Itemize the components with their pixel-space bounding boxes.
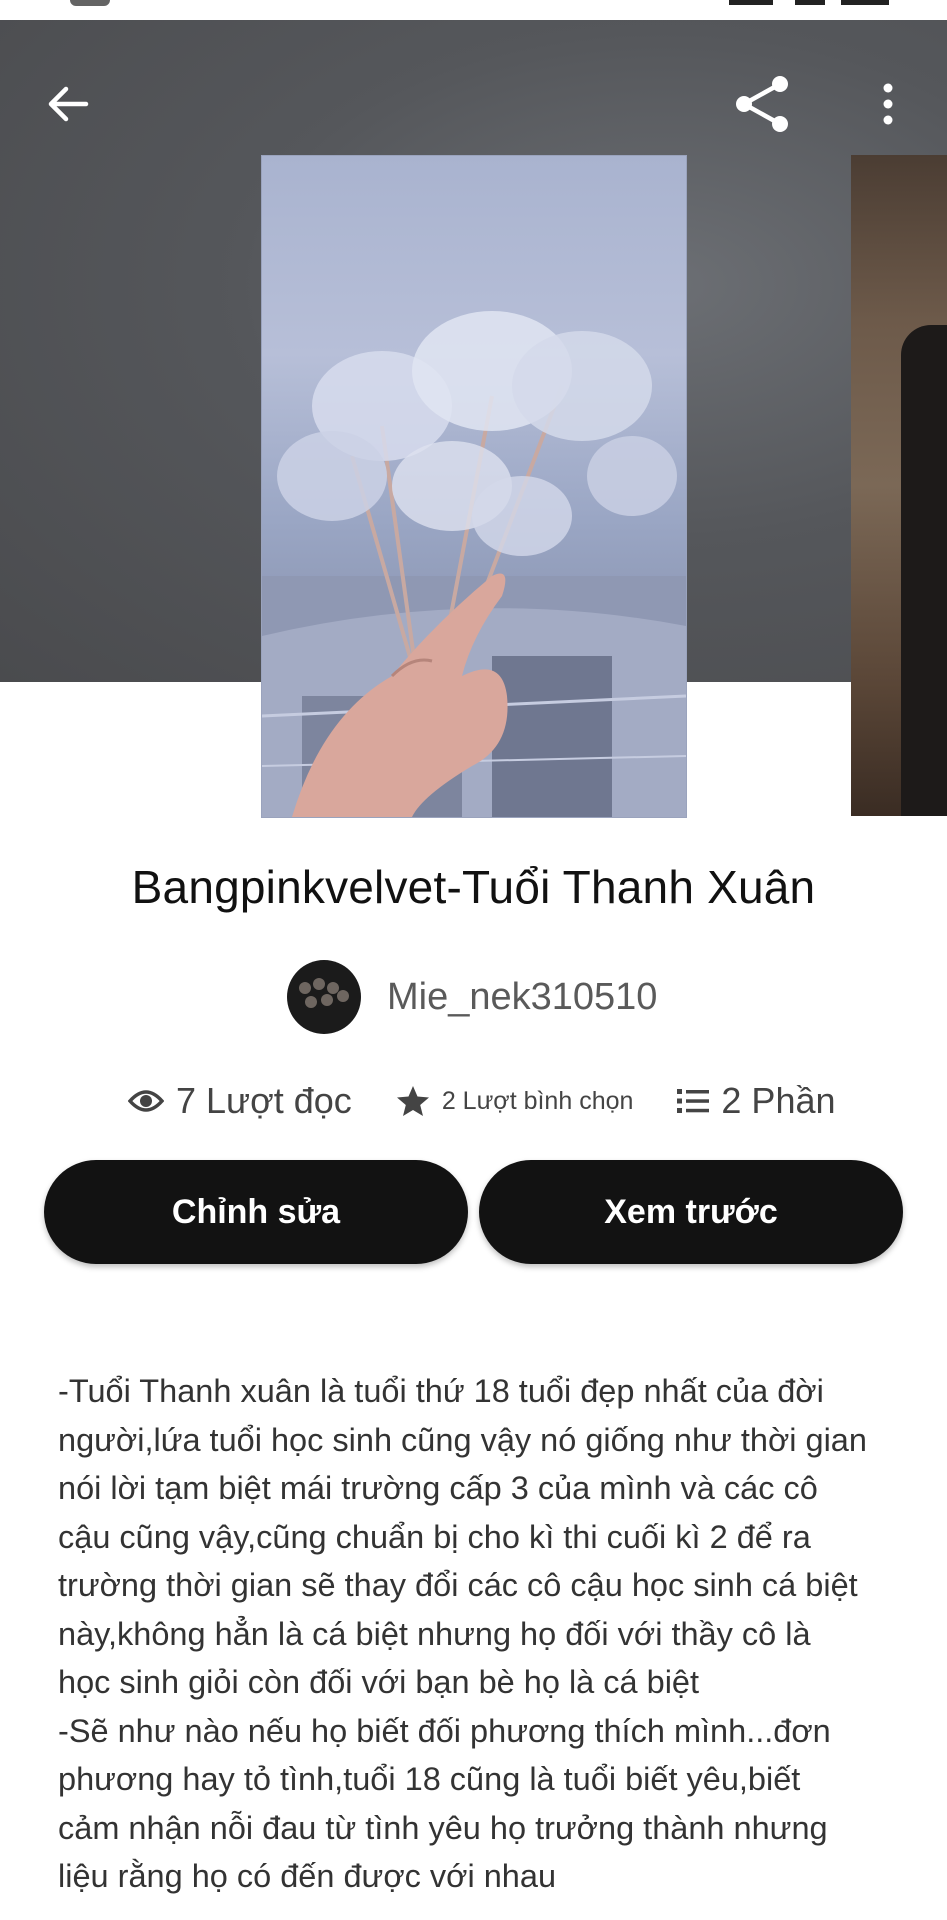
parts-count: 2 Phần [721, 1080, 836, 1121]
list-icon [677, 1089, 710, 1113]
reads-stat: 7 Lượt đọc [128, 1080, 352, 1122]
preview-button[interactable]: Xem trước [479, 1160, 903, 1264]
votes-count: 2 Lượt bình chọn [441, 1086, 634, 1115]
share-icon [736, 76, 788, 132]
arrow-left-icon [48, 86, 89, 122]
share-button[interactable] [726, 68, 798, 140]
more-vertical-icon [883, 83, 893, 125]
status-bar-icons [729, 0, 889, 6]
reads-count: 7 Lượt đọc [176, 1080, 352, 1121]
status-bar-left [70, 0, 110, 6]
next-story-cover-image [851, 155, 947, 816]
author-row[interactable]: Mie_nek310510 [287, 960, 657, 1034]
parts-stat: 2 Phần [677, 1080, 836, 1122]
votes-stat: 2 Lượt bình chọn [396, 1085, 634, 1117]
story-title: Bangpinkvelvet-Tuổi Thanh Xuân [131, 861, 816, 913]
author-name[interactable]: Mie_nek310510 [387, 976, 657, 1019]
story-cover-image [261, 155, 687, 818]
back-button[interactable] [32, 68, 104, 140]
eye-icon [128, 1090, 164, 1112]
author-avatar[interactable] [287, 960, 361, 1034]
more-options-button[interactable] [852, 68, 924, 140]
story-stats: 7 Lượt đọc 2 Lượt bình chọn 2 Phần [128, 1075, 836, 1127]
star-icon [396, 1086, 429, 1116]
status-bar [0, 0, 947, 20]
edit-button[interactable]: Chỉnh sửa [44, 1160, 468, 1264]
story-description: -Tuổi Thanh xuân là tuổi thứ 18 tuổi đẹp… [58, 1373, 867, 1894]
